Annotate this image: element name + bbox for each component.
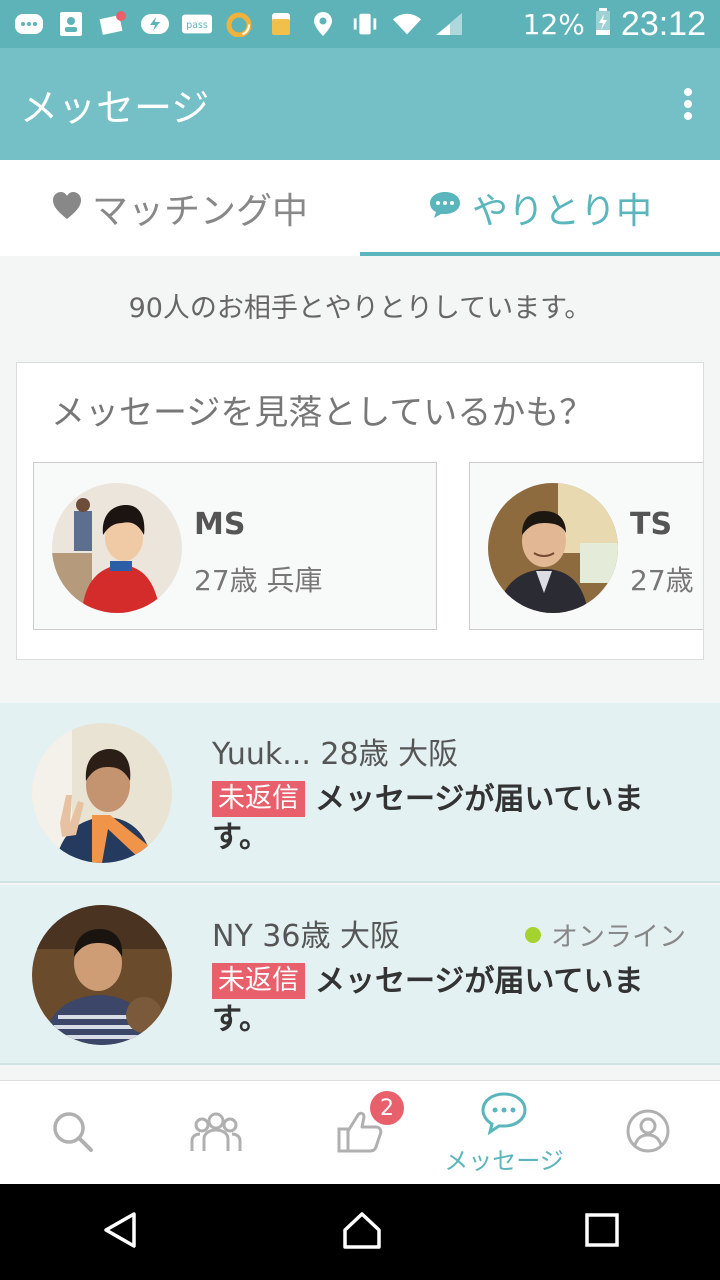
nav-likes[interactable]: 2 (288, 1081, 432, 1185)
system-navigation-bar (0, 1184, 720, 1280)
battery-percent: 12% (522, 7, 585, 41)
nav-community[interactable] (144, 1081, 288, 1185)
conversation-summary: 90人のお相手とやりとりしています。 (128, 293, 592, 324)
online-status-label: オンライン (551, 922, 686, 953)
svg-text:pass: pass (186, 20, 208, 31)
missed-card-name: MS (194, 507, 246, 542)
avatar (32, 905, 172, 1045)
avatar (32, 723, 172, 863)
tab-chatting[interactable]: やりとり中 (360, 160, 720, 256)
missed-card-name: TS (630, 507, 673, 542)
tab-bar: マッチング中 やりとり中 (0, 160, 720, 256)
wifi-icon (392, 11, 422, 37)
clock: 23:12 (620, 4, 706, 43)
conversation-header: Yuuk... 28歳 大阪 (212, 737, 459, 772)
missed-card[interactable]: MS 27歳 兵庫 (33, 462, 437, 630)
conversation-preview: 未返信 メッセージが届いています。 (212, 781, 682, 857)
unreplied-badge: 未返信 (212, 963, 305, 999)
pass-icon: pass (182, 11, 212, 37)
missed-card-info: 27歳 兵庫 (194, 564, 323, 597)
nav-profile[interactable] (576, 1081, 720, 1185)
tab-chatting-label: やりとり中 (471, 191, 652, 232)
conversation-header: NY 36歳 大阪 (212, 919, 401, 954)
online-status: オンライン (525, 915, 686, 954)
missed-card-info: 27歳 (630, 564, 694, 597)
tab-matching[interactable]: マッチング中 (0, 160, 360, 256)
conversation-row[interactable]: NY 36歳 大阪 オンライン 未返信 メッセージが届いています。 (0, 885, 720, 1065)
location-icon (308, 11, 338, 37)
nav-messages-label: メッセージ (444, 1146, 564, 1175)
missed-section-title: メッセージを見落としているかも？ (51, 393, 594, 433)
avatar (52, 483, 182, 613)
vibrate-icon (350, 11, 380, 37)
back-icon[interactable] (100, 1210, 140, 1254)
online-dot-icon (525, 926, 541, 943)
avatar (488, 483, 618, 613)
heart-icon (52, 188, 82, 229)
nav-messages[interactable]: メッセージ (432, 1081, 576, 1185)
people-icon (190, 1109, 242, 1157)
bottom-navigation: 2 メッセージ (0, 1080, 720, 1184)
missed-card[interactable]: TS 27歳 (469, 462, 703, 630)
likes-count-badge: 2 (370, 1091, 404, 1125)
conversation-row[interactable]: Yuuk... 28歳 大阪 未返信 メッセージが届いています。 (0, 703, 720, 883)
message-icon (14, 11, 44, 37)
chat-bubble-icon (428, 188, 462, 229)
status-bar: pass 12% 23:12 (0, 0, 720, 48)
tab-matching-label: マッチング中 (91, 191, 308, 232)
notification-icons: pass (14, 11, 523, 37)
unreplied-badge: 未返信 (212, 781, 305, 817)
more-options-icon[interactable] (676, 84, 700, 124)
search-icon (50, 1109, 94, 1157)
ring-icon (224, 11, 254, 37)
chat-bubble-icon (480, 1091, 528, 1139)
battery-icon (595, 8, 611, 40)
conversation-preview: 未返信 メッセージが届いています。 (212, 963, 682, 1039)
profile-icon (625, 1108, 671, 1158)
signal-icon (434, 11, 464, 37)
missed-messages-section: メッセージを見落としているかも？ MS 27歳 兵庫 TS 27歳 (16, 362, 704, 660)
page-title: メッセージ (20, 85, 210, 130)
notification-icon (98, 11, 128, 37)
beer-icon (266, 11, 296, 37)
charge-icon (140, 11, 170, 37)
app-bar: メッセージ (0, 48, 720, 160)
recent-apps-icon[interactable] (584, 1212, 620, 1252)
contact-icon (56, 11, 86, 37)
nav-search[interactable] (0, 1081, 144, 1185)
home-icon[interactable] (341, 1210, 383, 1254)
